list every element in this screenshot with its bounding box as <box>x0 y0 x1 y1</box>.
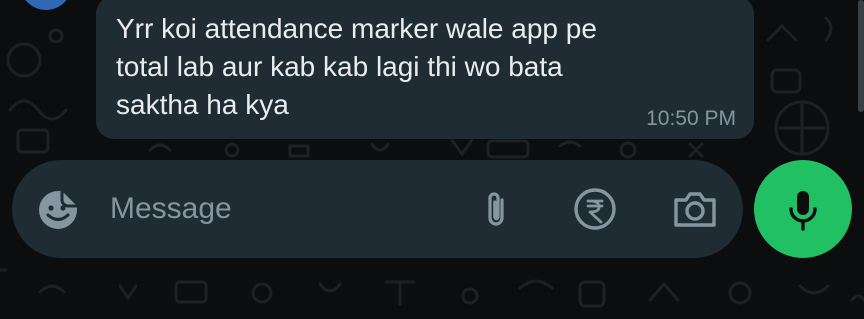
message-timestamp: 10:50 PM <box>646 107 736 130</box>
scrollbar-thumb[interactable] <box>858 0 864 112</box>
message-text: Yrr koi attendance marker wale app pe to… <box>116 13 597 120</box>
sticker-emoji-icon[interactable] <box>36 188 80 232</box>
message-composer <box>12 160 743 258</box>
camera-icon[interactable] <box>672 189 718 229</box>
paperclip-icon[interactable] <box>478 190 514 230</box>
message-input[interactable] <box>110 184 450 234</box>
received-message-bubble[interactable]: Yrr koi attendance marker wale app pe to… <box>96 0 754 139</box>
chat-area: Yrr koi attendance marker wale app pe to… <box>0 0 864 319</box>
microphone-icon <box>785 188 821 232</box>
rupee-icon[interactable] <box>573 187 617 231</box>
voice-record-button[interactable] <box>754 160 852 258</box>
